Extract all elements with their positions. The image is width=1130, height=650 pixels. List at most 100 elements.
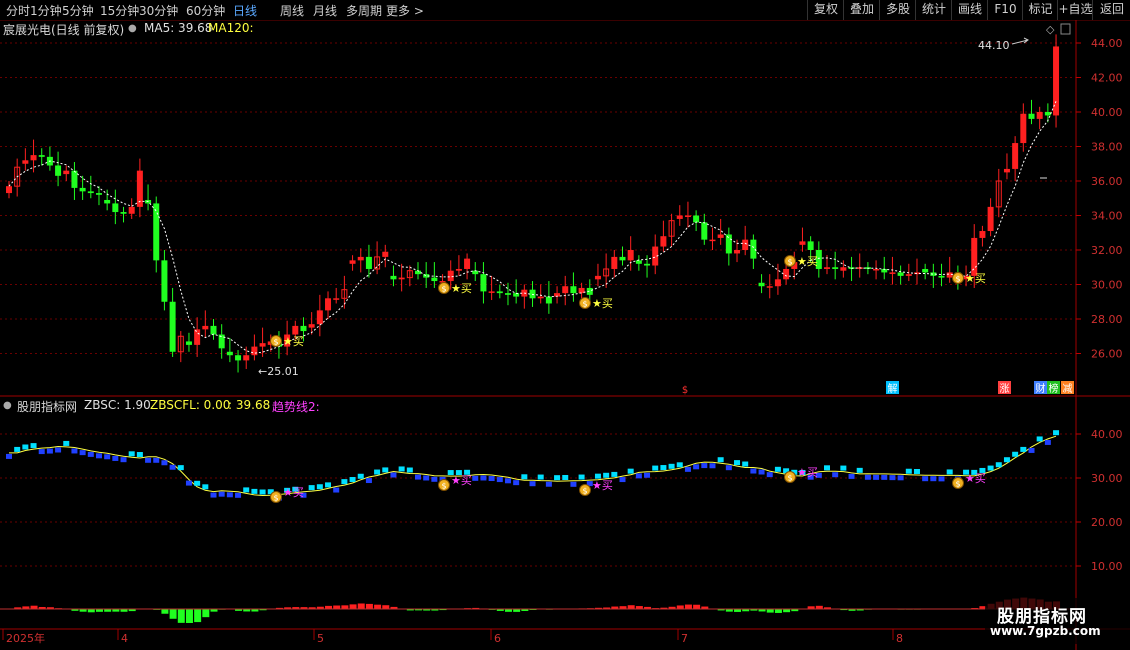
buy-signal-label: ★买 bbox=[283, 335, 304, 348]
zbsc-block bbox=[1020, 446, 1027, 452]
low-price-label: ←25.01 bbox=[258, 365, 299, 378]
money-bag-symbol: $ bbox=[273, 494, 278, 503]
candle-body bbox=[889, 272, 896, 274]
y-tick-label: 44.00 bbox=[1091, 37, 1123, 50]
zbsc-block bbox=[1028, 447, 1035, 453]
candle-body bbox=[218, 334, 225, 349]
zbsc-block bbox=[496, 477, 503, 483]
zbsc-block bbox=[153, 457, 160, 463]
candle-body bbox=[79, 187, 86, 192]
candle-body bbox=[194, 329, 201, 345]
money-bag-symbol: $ bbox=[273, 338, 278, 347]
candle-body bbox=[660, 236, 667, 247]
zbsc-block bbox=[79, 450, 86, 456]
y-tick-label: 32.00 bbox=[1091, 244, 1123, 257]
histogram-bar bbox=[774, 609, 782, 613]
stock-chart-canvas[interactable]: 44.00 42.00 40.00 38.00 36.00 34.00 32.00 30.00… bbox=[0, 0, 1130, 650]
candle-body bbox=[824, 267, 830, 269]
zbsc-block bbox=[774, 466, 781, 472]
zbsc-block bbox=[1012, 451, 1019, 457]
candle-body bbox=[611, 256, 618, 269]
zbsc-block bbox=[185, 480, 192, 486]
zbsc-block bbox=[349, 477, 356, 483]
candle-body bbox=[488, 291, 495, 293]
zbsc-block bbox=[357, 473, 364, 479]
y-tick-label: 40.00 bbox=[1091, 428, 1123, 441]
histogram-bar bbox=[374, 604, 382, 609]
zbsc-block bbox=[570, 481, 577, 487]
zbsc-block bbox=[881, 474, 888, 480]
x-tick-label: 7 bbox=[681, 632, 688, 645]
candle-body bbox=[594, 275, 601, 280]
candle-body bbox=[431, 277, 438, 282]
candle-body bbox=[87, 191, 94, 194]
candle-body bbox=[30, 155, 37, 161]
zbsc-block bbox=[750, 468, 757, 474]
candle-body bbox=[644, 263, 651, 266]
candle-body bbox=[635, 260, 642, 264]
zbsc-block bbox=[856, 467, 863, 473]
trend-line bbox=[9, 435, 1057, 497]
event-marker-label: 减 bbox=[1063, 383, 1073, 395]
candle-body bbox=[1003, 168, 1010, 173]
money-bag-symbol: $ bbox=[955, 480, 960, 489]
zbsc-block bbox=[848, 473, 855, 479]
zbsc-block bbox=[824, 465, 830, 471]
zbsc-block bbox=[529, 481, 536, 487]
candle-body bbox=[766, 286, 773, 288]
zbsc-block bbox=[38, 449, 45, 455]
money-bag-symbol: $ bbox=[582, 300, 587, 309]
zbsc-block bbox=[374, 469, 381, 475]
zbsc-block bbox=[71, 448, 78, 454]
y-tick-label: 30.00 bbox=[1091, 472, 1123, 485]
zbsc-block bbox=[316, 484, 323, 490]
zbsc-block bbox=[840, 465, 847, 471]
x-tick-label: 4 bbox=[121, 632, 128, 645]
candle-body bbox=[979, 231, 986, 238]
candle-body bbox=[112, 203, 119, 213]
zbsc-block bbox=[725, 465, 732, 471]
candle-body bbox=[946, 272, 953, 278]
y-tick-label: 26.00 bbox=[1091, 348, 1123, 361]
candle-body bbox=[128, 206, 135, 214]
candle-body bbox=[1036, 112, 1043, 119]
zbsc-block bbox=[832, 472, 839, 478]
candle-body bbox=[382, 251, 389, 257]
watermark-url: www.7gpzb.com bbox=[990, 624, 1101, 638]
zbsc-block bbox=[251, 488, 258, 494]
zbsc-block bbox=[333, 487, 340, 493]
zbsc-block bbox=[1053, 430, 1060, 436]
candle-body bbox=[169, 301, 176, 352]
candle-body bbox=[627, 250, 634, 261]
candle-body bbox=[185, 341, 192, 345]
candle-body bbox=[758, 282, 765, 287]
candle-body bbox=[734, 250, 741, 254]
zbsc-block bbox=[554, 475, 561, 481]
x-tick-label: 5 bbox=[317, 632, 324, 645]
candle-body bbox=[807, 241, 814, 250]
buy-signal-label: ★买 bbox=[797, 466, 818, 479]
candle-body bbox=[537, 296, 544, 299]
candle-body bbox=[365, 256, 372, 269]
zbsc-block bbox=[226, 492, 233, 498]
candle-body bbox=[922, 268, 929, 273]
histogram-bar bbox=[194, 609, 202, 623]
zbsc-block bbox=[218, 491, 225, 497]
candle-body bbox=[971, 237, 978, 276]
candle-body bbox=[153, 203, 160, 261]
zbsc-block bbox=[6, 453, 12, 459]
candle-body bbox=[717, 234, 724, 238]
zbsc-block bbox=[30, 443, 37, 449]
money-bag-symbol: $ bbox=[441, 285, 446, 294]
buy-signal-label: ★买 bbox=[965, 472, 986, 485]
candle-body bbox=[308, 324, 315, 328]
histogram-bar bbox=[185, 609, 193, 623]
zbsc-block bbox=[513, 480, 520, 486]
zbsc-block bbox=[488, 476, 495, 482]
candle-body bbox=[71, 170, 78, 188]
x-tick-label: 2025年 bbox=[6, 631, 45, 645]
candle-body bbox=[104, 199, 111, 204]
candle-body bbox=[349, 260, 356, 264]
candle-body bbox=[390, 275, 397, 280]
zbsc-block bbox=[120, 457, 127, 463]
